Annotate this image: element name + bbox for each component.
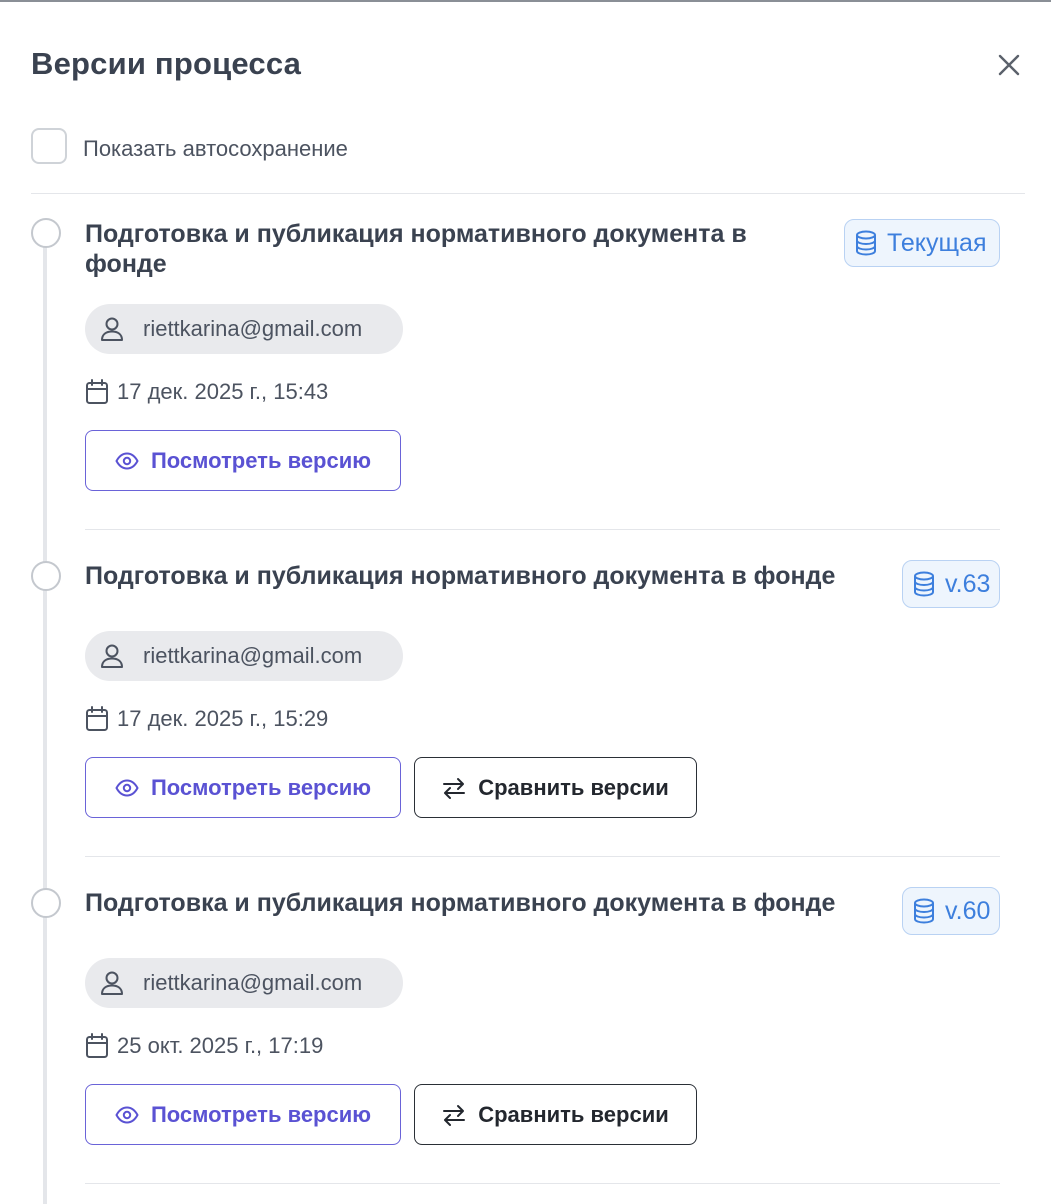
view-version-label: Посмотреть версию (150, 447, 372, 473)
compare-versions-label: Сравнить версии (478, 1101, 669, 1127)
eye-icon (115, 1106, 139, 1123)
version-title: Подготовка и публикация нормативного док… (85, 889, 836, 917)
version-date-row: 25 окт. 2025 г., 17:19 (85, 1033, 323, 1059)
version-badge-label: v.63 (945, 569, 991, 598)
version-badge-label: Текущая (887, 228, 987, 257)
eye-icon (115, 452, 139, 469)
version-date-row: 17 дек. 2025 г., 15:29 (85, 706, 328, 732)
view-version-label: Посмотреть версию (150, 774, 372, 800)
compare-versions-button[interactable]: Сравнить версии (414, 1084, 697, 1145)
database-icon (856, 230, 876, 256)
calendar-icon (86, 1033, 108, 1058)
header-divider (31, 193, 1025, 194)
version-badge: v.60 (902, 887, 1000, 935)
autosave-checkbox-label: Показать автосохранение (83, 136, 348, 161)
author-chip: riettkarina@gmail.com (85, 631, 403, 681)
timeline-dot (31, 888, 61, 918)
version-divider (85, 529, 1000, 530)
view-version-label: Посмотреть версию (150, 1101, 372, 1127)
view-version-button[interactable]: Посмотреть версию (85, 757, 401, 818)
view-version-button[interactable]: Посмотреть версию (85, 1084, 401, 1145)
timeline-dot (31, 218, 61, 248)
user-icon (101, 317, 123, 341)
user-icon (101, 971, 123, 995)
swap-arrows-icon (443, 777, 466, 799)
author-chip: riettkarina@gmail.com (85, 958, 403, 1008)
panel-title: Версии процесса (31, 46, 302, 81)
view-version-button[interactable]: Посмотреть версию (85, 430, 401, 491)
version-title: Подготовка и публикация нормативного док… (85, 562, 836, 590)
timeline-line (43, 234, 47, 1204)
version-date: 25 окт. 2025 г., 17:19 (117, 1033, 324, 1058)
version-date: 17 дек. 2025 г., 15:29 (117, 706, 329, 731)
version-badge-label: v.60 (945, 896, 991, 925)
version-badge: v.63 (902, 560, 1000, 608)
database-icon (914, 898, 934, 924)
database-icon (914, 571, 934, 597)
version-title: Подготовка и публикация нормативного док… (85, 220, 747, 278)
calendar-icon (86, 379, 108, 404)
author-chip: riettkarina@gmail.com (85, 304, 403, 354)
autosave-checkbox[interactable] (31, 128, 67, 164)
version-date: 17 дек. 2025 г., 15:43 (117, 379, 329, 404)
version-divider (85, 1183, 1000, 1184)
compare-versions-button[interactable]: Сравнить версии (414, 757, 697, 818)
timeline-dot (31, 561, 61, 591)
author-email: riettkarina@gmail.com (143, 316, 363, 341)
version-divider (85, 856, 1000, 857)
calendar-icon (86, 706, 108, 731)
author-email: riettkarina@gmail.com (143, 643, 363, 668)
compare-versions-label: Сравнить версии (478, 774, 669, 800)
version-date-row: 17 дек. 2025 г., 15:43 (85, 379, 328, 405)
user-icon (101, 644, 123, 668)
swap-arrows-icon (443, 1104, 466, 1126)
eye-icon (115, 779, 139, 796)
version-badge: Текущая (844, 219, 1000, 267)
window-top-edge (0, 0, 1051, 2)
close-icon[interactable] (994, 50, 1024, 80)
author-email: riettkarina@gmail.com (143, 970, 363, 995)
